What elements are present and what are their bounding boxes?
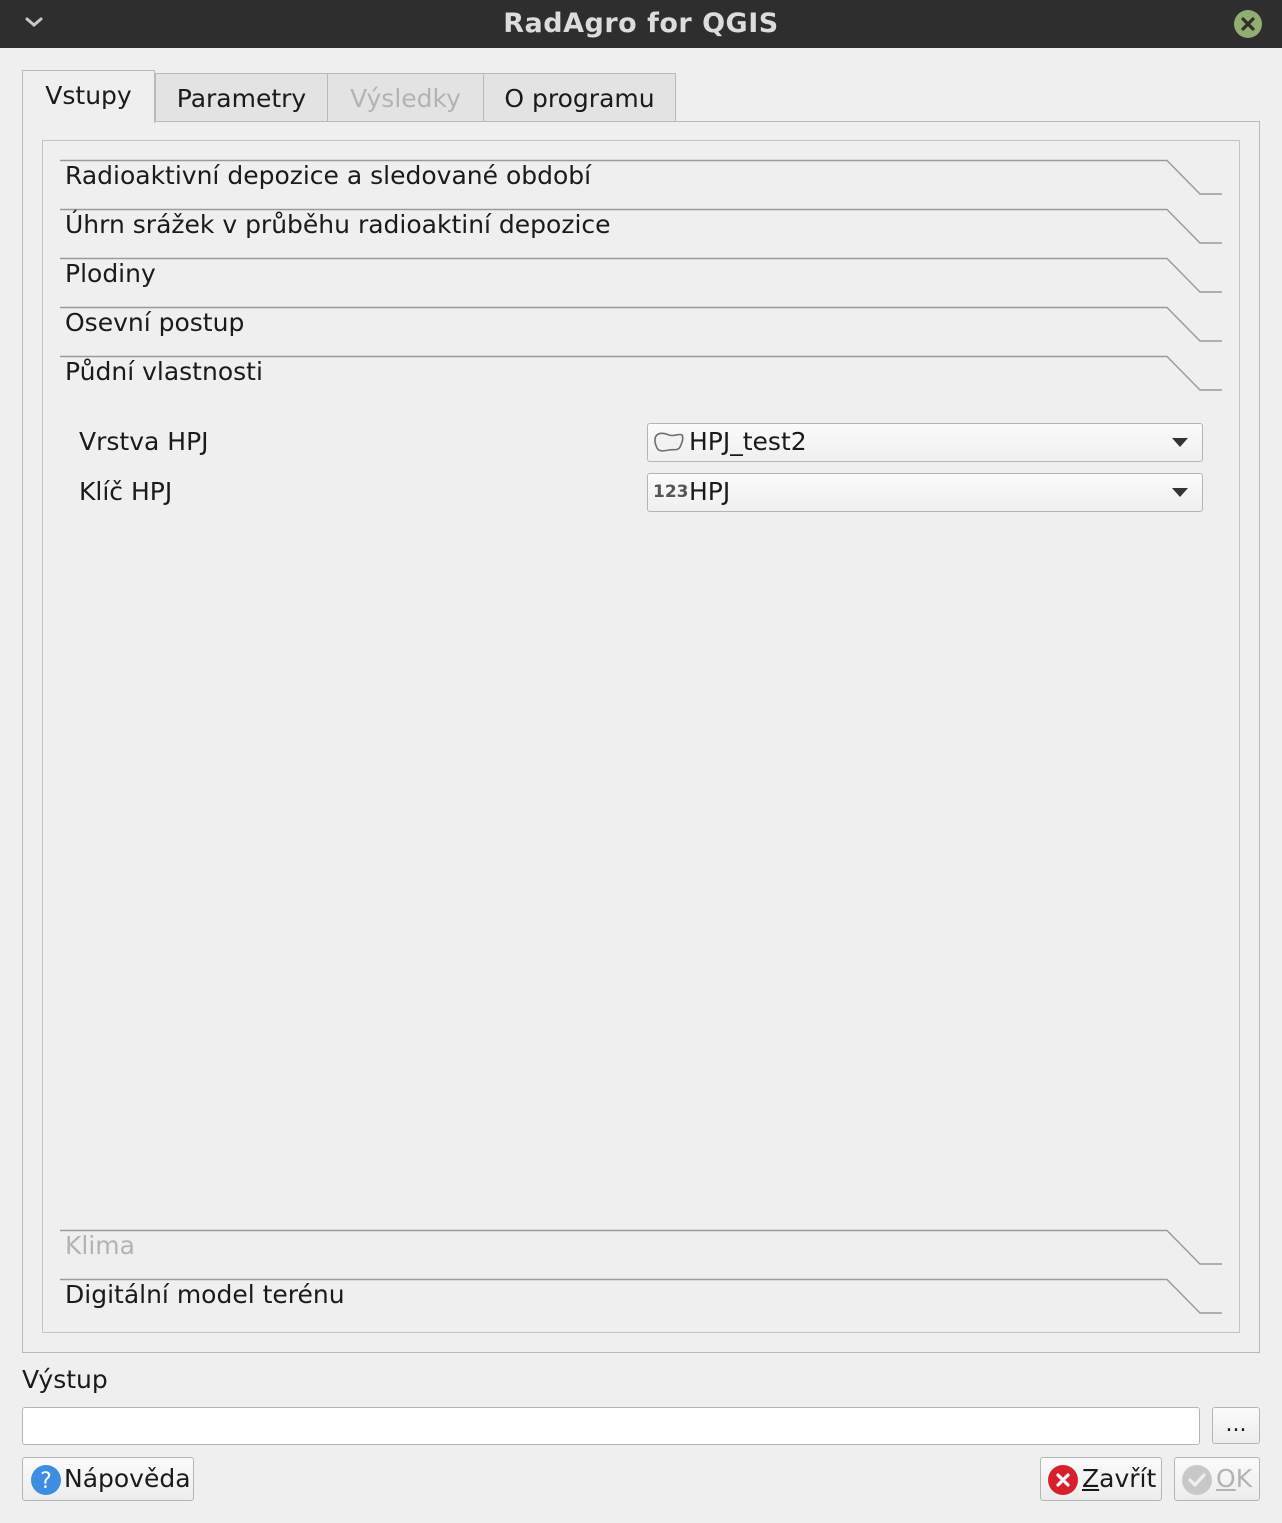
- hpj-key-label: Klíč HPJ: [79, 477, 173, 506]
- integer-field-icon: 123: [653, 482, 689, 502]
- section-label: Klima: [65, 1231, 135, 1260]
- hpj-layer-label: Vrstva HPJ: [79, 427, 209, 456]
- tab-parametry[interactable]: Parametry: [155, 73, 328, 121]
- hpj-key-combo[interactable]: 123 HPJ: [647, 473, 1203, 512]
- dropdown-arrow-icon: [1172, 438, 1188, 447]
- section-label: Radioaktivní depozice a sledované období: [65, 161, 592, 190]
- section-label: Půdní vlastnosti: [65, 357, 263, 386]
- tab-o-programu[interactable]: O programu: [483, 73, 676, 121]
- help-button[interactable]: ? Nápověda: [22, 1457, 194, 1501]
- cancel-icon: [1048, 1465, 1078, 1495]
- section-crop-rotation[interactable]: Osevní postup: [60, 306, 1222, 342]
- section-label: Digitální model terénu: [65, 1280, 345, 1309]
- ok-button-label: OK: [1216, 1464, 1253, 1493]
- section-radioactive-deposition[interactable]: Radioaktivní depozice a sledované období: [60, 159, 1222, 195]
- tab-vstupy[interactable]: Vstupy: [22, 70, 155, 123]
- section-crops[interactable]: Plodiny: [60, 257, 1222, 293]
- dropdown-arrow-icon: [1172, 488, 1188, 497]
- checkmark-icon: [1182, 1465, 1212, 1495]
- title-bar: RadAgro for QGIS: [0, 0, 1282, 48]
- ok-button: OK: [1174, 1457, 1260, 1501]
- section-label: Osevní postup: [65, 308, 245, 337]
- help-button-label: Nápověda: [64, 1464, 191, 1493]
- svg-text:?: ?: [40, 1469, 52, 1494]
- help-icon: ?: [31, 1465, 61, 1495]
- tab-vysledky: Výsledky: [327, 73, 484, 121]
- section-label: Úhrn srážek v průběhu radioaktiní depozi…: [65, 210, 611, 239]
- browse-button[interactable]: ...: [1212, 1407, 1260, 1444]
- hpj-layer-value: HPJ_test2: [689, 427, 807, 456]
- section-tab-outline: [60, 1229, 1222, 1265]
- output-path-input[interactable]: [22, 1407, 1200, 1445]
- output-label: Výstup: [22, 1365, 108, 1394]
- window-close-icon[interactable]: [1234, 10, 1262, 38]
- section-dem[interactable]: Digitální model terénu: [60, 1278, 1222, 1314]
- section-climate: Klima: [60, 1229, 1222, 1265]
- close-button-label: Zavřít: [1082, 1464, 1157, 1493]
- close-button[interactable]: Zavřít: [1040, 1457, 1162, 1501]
- section-tab-outline: [60, 257, 1222, 293]
- hpj-layer-combo[interactable]: HPJ_test2: [647, 423, 1203, 462]
- section-soil-properties[interactable]: Půdní vlastnosti: [60, 355, 1222, 391]
- polygon-layer-icon: [654, 432, 684, 452]
- window-title: RadAgro for QGIS: [503, 8, 779, 39]
- section-label: Plodiny: [65, 259, 156, 288]
- hpj-key-value: HPJ: [689, 477, 731, 506]
- section-precipitation[interactable]: Úhrn srážek v průběhu radioaktiní depozi…: [60, 208, 1222, 244]
